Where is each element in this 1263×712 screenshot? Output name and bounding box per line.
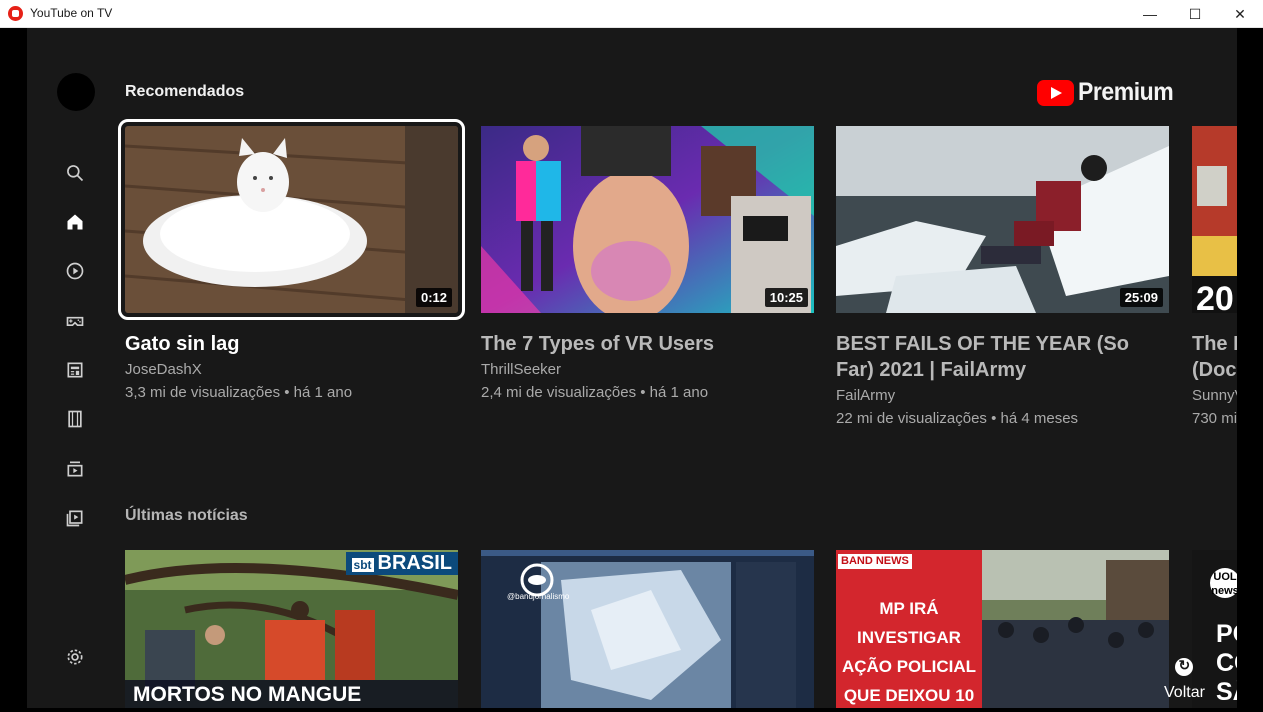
channel-watermark: @bandjornalismo (507, 592, 570, 601)
video-card[interactable]: @bandjornalismo (481, 550, 814, 708)
window-titlebar: YouTube on TV — ☐ ✕ (0, 0, 1263, 28)
video-duration: 25:09 (1119, 288, 1163, 307)
video-thumbnail[interactable]: BAND NEWS MP IRÁ INVESTIGAR AÇÃO POLICIA… (836, 550, 1169, 708)
window-title: YouTube on TV (30, 6, 113, 20)
news-caption-line: QUE DEIXOU 10 (843, 686, 975, 705)
channel-watermark: sbt BRASIL (345, 552, 458, 575)
account-avatar[interactable] (57, 73, 95, 111)
news-caption: PO CO SÃ (1216, 620, 1237, 707)
shelf-title-recommended: Recomendados (125, 83, 245, 100)
news-caption-line: PO (1216, 620, 1237, 648)
video-thumbnail[interactable]: 20 (1192, 126, 1237, 313)
premium-label: Premium (1078, 78, 1174, 106)
window-right-edge (1237, 28, 1263, 712)
settings-icon[interactable] (64, 646, 86, 668)
back-button[interactable]: Voltar (1164, 657, 1205, 702)
watermark-prefix: sbt (351, 558, 374, 572)
video-metadata: 22 mi de visualizações • há 4 meses (836, 410, 1079, 427)
library-icon[interactable] (64, 458, 86, 480)
close-button[interactable]: ✕ (1217, 0, 1263, 28)
home-icon[interactable] (64, 211, 86, 233)
video-metadata: 730 mi (1192, 410, 1237, 427)
news-caption-line: INVESTIGAR (857, 628, 961, 647)
band-news-logo: BAND NEWS (838, 554, 912, 569)
news-caption-line: SÃ (1216, 678, 1237, 706)
window-bottom-edge (0, 708, 1263, 712)
video-metadata: 3,3 mi de visualizações • há 1 ano (125, 384, 353, 401)
back-label: Voltar (1164, 684, 1205, 701)
shelf-title-latest-news: Últimas notícias (125, 507, 248, 524)
gaming-icon[interactable] (64, 310, 86, 332)
video-channel: FailArmy (836, 387, 896, 404)
movies-icon[interactable] (64, 408, 86, 430)
video-metadata: 2,4 mi de visualizações • há 1 ano (481, 384, 709, 401)
youtube-premium-logo: Premium (1037, 78, 1181, 107)
youtube-app-icon (8, 6, 23, 21)
news-icon[interactable] (64, 359, 86, 381)
news-caption-line: AÇÃO POLICIAL (841, 657, 977, 676)
video-card[interactable]: 20 The I (Docu SunnyV 730 mi (1192, 126, 1237, 427)
subscriptions-icon[interactable] (64, 260, 86, 282)
svg-text:20: 20 (1196, 280, 1234, 313)
video-card[interactable]: sbt BRASIL MORTOS NO MANGUE (125, 550, 458, 708)
video-channel: SunnyV (1192, 387, 1237, 404)
video-card[interactable]: 25:09 BEST FAILS OF THE YEAR (So Far) 20… (836, 126, 1169, 427)
youtube-play-logo-icon (1037, 79, 1074, 106)
news-card-overlay: BAND NEWS MP IRÁ INVESTIGAR AÇÃO POLICIA… (836, 550, 982, 708)
video-duration: 0:12 (415, 288, 452, 307)
video-thumbnail[interactable]: 10:25 (481, 126, 814, 313)
minimize-button[interactable]: — (1127, 0, 1173, 28)
video-thumbnail[interactable]: @bandjornalismo (481, 550, 814, 708)
video-channel: ThrillSeeker (481, 361, 562, 378)
back-icon (1175, 657, 1194, 676)
video-title: BEST FAILS OF THE YEAR (So Far) 2021 | F… (836, 333, 1129, 381)
video-duration: 10:25 (764, 288, 808, 307)
video-thumbnail[interactable]: 25:09 (836, 126, 1169, 313)
video-card[interactable]: 0:12 Gato sin lag JoseDashX 3,3 mi de vi… (118, 119, 465, 401)
video-title: Gato sin lag (125, 333, 240, 355)
news-caption: MORTOS NO MANGUE (125, 680, 458, 708)
news-caption-line: CO (1216, 649, 1237, 677)
news-caption-line: MP IRÁ (879, 599, 939, 618)
maximize-button[interactable]: ☐ (1172, 0, 1218, 28)
window-left-edge (0, 28, 27, 712)
watermark-label: BRASIL (377, 552, 452, 574)
playlists-icon[interactable] (64, 507, 86, 529)
search-icon[interactable] (64, 162, 86, 184)
video-title: The I (Docu (1192, 333, 1237, 381)
video-card[interactable]: 10:25 The 7 Types of VR Users ThrillSeek… (481, 126, 814, 401)
tv-app: Premium Recomendados 0:12 Gato sin lag J… (27, 28, 1237, 708)
video-thumbnail[interactable]: sbt BRASIL MORTOS NO MANGUE (125, 550, 458, 708)
news-caption: MP IRÁ INVESTIGAR AÇÃO POLICIAL QUE DEIX… (836, 594, 982, 708)
video-thumbnail[interactable]: 0:12 (118, 119, 465, 320)
video-title: The 7 Types of VR Users (481, 333, 715, 355)
video-channel: JoseDashX (125, 361, 202, 378)
uol-news-logo: UOL news (1210, 568, 1237, 598)
video-card[interactable]: BAND NEWS MP IRÁ INVESTIGAR AÇÃO POLICIA… (836, 550, 1169, 708)
